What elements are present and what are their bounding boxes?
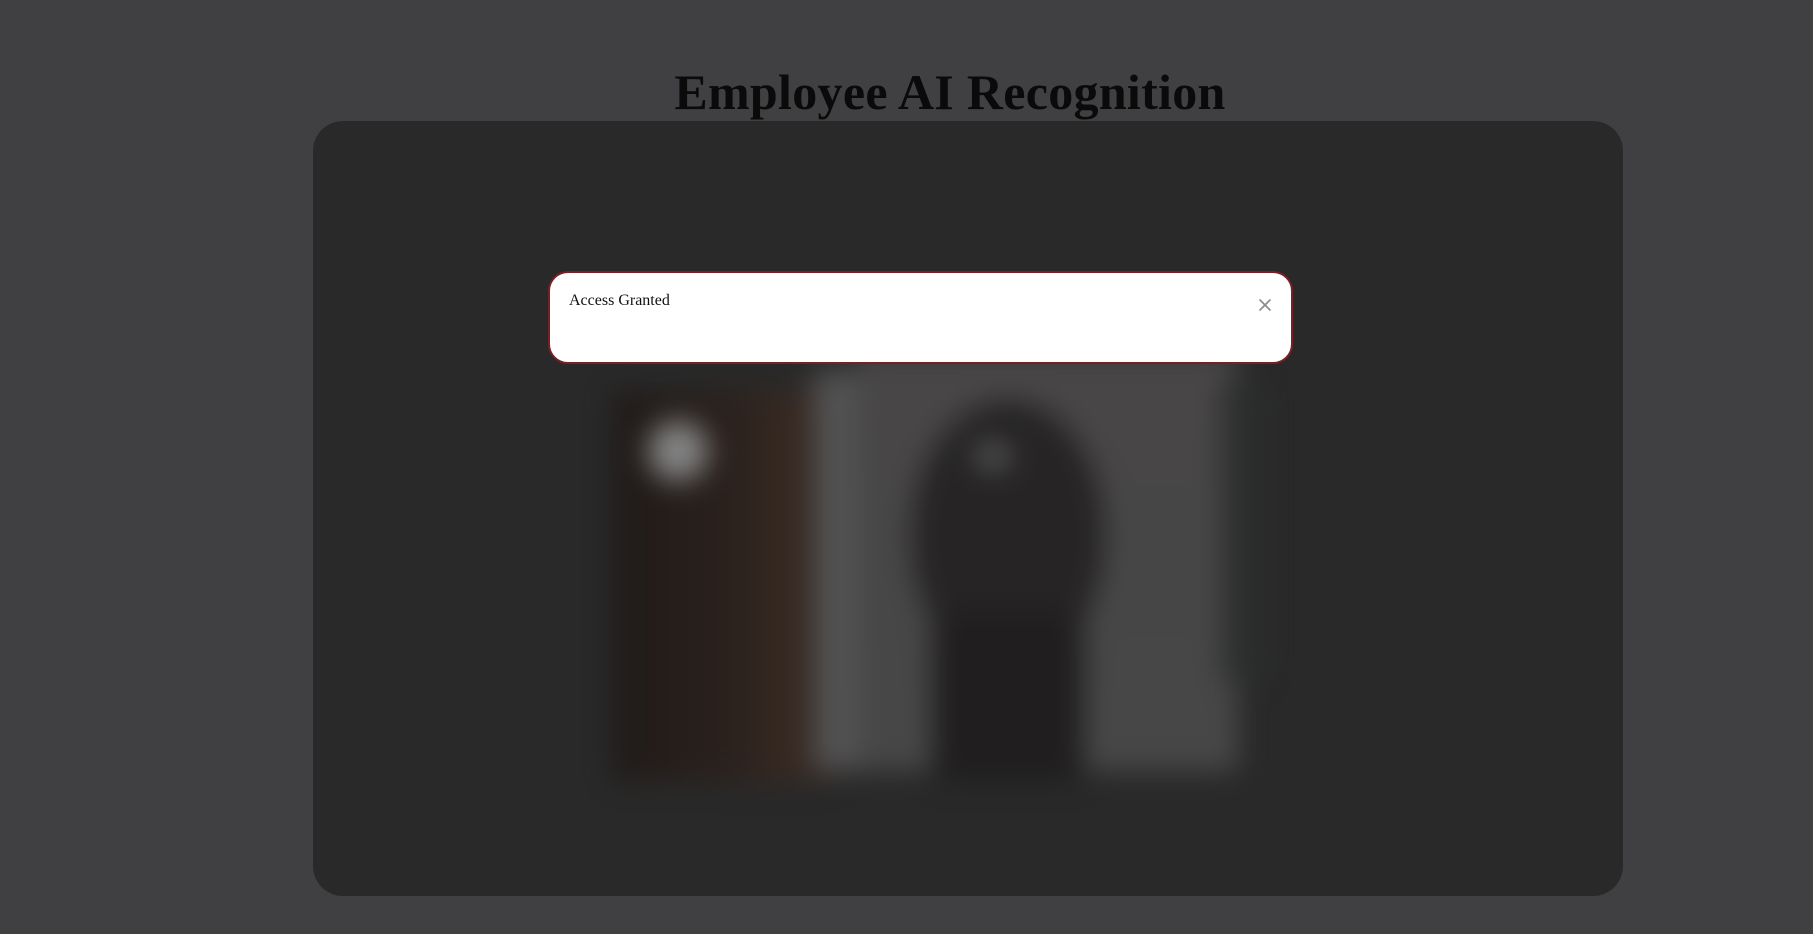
feed-edge	[1223, 381, 1263, 681]
alert-message: Access Granted	[569, 292, 670, 309]
feed-person-body	[933, 611, 1083, 781]
feed-light-reflection	[973, 441, 1013, 471]
access-alert: Access Granted	[548, 271, 1293, 364]
feed-light	[648, 421, 708, 481]
alert-close-button[interactable]	[1255, 295, 1275, 315]
page: Employee AI Recognition Access Granted	[0, 0, 1813, 934]
close-icon	[1255, 295, 1275, 315]
page-title: Employee AI Recognition	[674, 64, 1226, 120]
camera-feed	[613, 351, 1283, 791]
camera-panel	[313, 121, 1623, 896]
